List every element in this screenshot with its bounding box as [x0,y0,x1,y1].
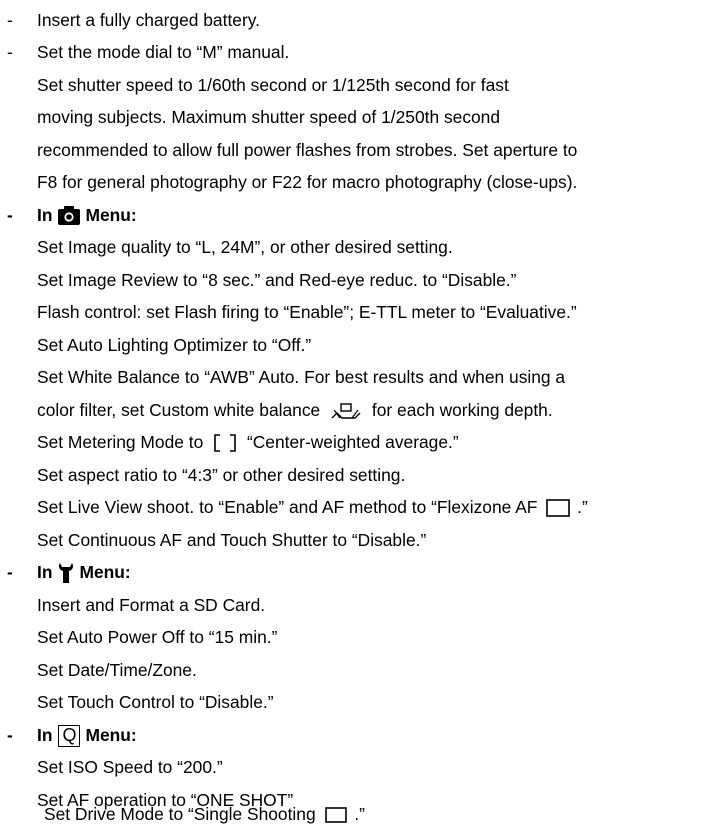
step-image-review: Set Image Review to “8 sec.” and Red-eye… [37,270,517,290]
step-shutter-line-2: moving subjects. Maximum shutter speed o… [37,107,501,127]
step-shutter-line-1: Set shutter speed to 1/60th second or 1/… [37,75,509,95]
step-auto-power-off: Set Auto Power Off to “15 min.” [37,627,278,647]
drive-mode-text-a: Set Drive Mode to “Single Shooting [44,804,316,824]
step-drive-mode: Set Drive Mode to “Single Shooting .” [44,803,365,826]
live-view-text-a: Set Live View shoot. to “Enable” and AF … [37,497,538,517]
instruction-page: - Insert a fully charged battery. - Set … [0,0,711,826]
drive-mode-text-b: .” [354,804,365,824]
single-shooting-icon [325,807,348,824]
bullet-dash: - [7,42,13,62]
heading-setup-menu: In Menu: [37,556,131,589]
step-format-card: Insert and Format a SD Card. [37,595,266,615]
metering-text-b: “Center-weighted average.” [246,432,459,452]
heading-suffix: Menu: [79,562,131,582]
step-image-quality: Set Image quality to “L, 24M”, or other … [37,237,453,257]
step-metering-mode: Set Metering Mode to “Center-weighted av… [37,426,459,459]
live-view-text-b: .” [577,497,588,517]
heading-suffix: Menu: [85,205,137,225]
step-shutter-line-4: F8 for general photography or F22 for ma… [37,172,578,192]
flexizone-af-icon [546,499,571,518]
step-date-time: Set Date/Time/Zone. [37,660,197,680]
camera-icon [58,206,81,225]
wrench-icon [58,562,74,584]
white-balance-text-a: color filter, set Custom white balance [37,400,321,420]
step-auto-lighting: Set Auto Lighting Optimizer to “Off.” [37,335,312,355]
bullet-dash: - [7,562,13,582]
heading-prefix: In [37,205,53,225]
heading-shooting-menu: In Menu: [37,199,137,232]
bullet-dash: - [7,205,13,225]
step-white-balance-line-1: Set White Balance to “AWB” Auto. For bes… [37,367,566,387]
heading-q-menu: In Q Menu: [37,719,137,752]
heading-suffix: Menu: [85,725,137,745]
step-aspect-ratio: Set aspect ratio to “4:3” or other desir… [37,465,406,485]
step-iso-speed: Set ISO Speed to “200.” [37,757,223,777]
step-battery: Insert a fully charged battery. [37,10,260,30]
q-menu-icon: Q [58,724,81,747]
step-live-view: Set Live View shoot. to “Enable” and AF … [37,491,588,524]
heading-prefix: In [37,562,53,582]
heading-prefix: In [37,725,53,745]
custom-white-balance-icon [331,403,361,420]
step-shutter-line-3: recommended to allow full power flashes … [37,140,578,160]
center-weighted-metering-icon [214,434,236,453]
step-white-balance-line-2: color filter, set Custom white balance f… [37,394,553,427]
step-continuous-af: Set Continuous AF and Touch Shutter to “… [37,530,427,550]
step-flash-control: Flash control: set Flash firing to “Enab… [37,302,577,322]
white-balance-text-b: for each working depth. [371,400,553,420]
step-touch-control: Set Touch Control to “Disable.” [37,692,274,712]
bullet-dash: - [7,725,13,745]
step-mode-dial: Set the mode dial to “M” manual. [37,42,290,62]
bullet-dash: - [7,10,13,30]
metering-text-a: Set Metering Mode to [37,432,204,452]
